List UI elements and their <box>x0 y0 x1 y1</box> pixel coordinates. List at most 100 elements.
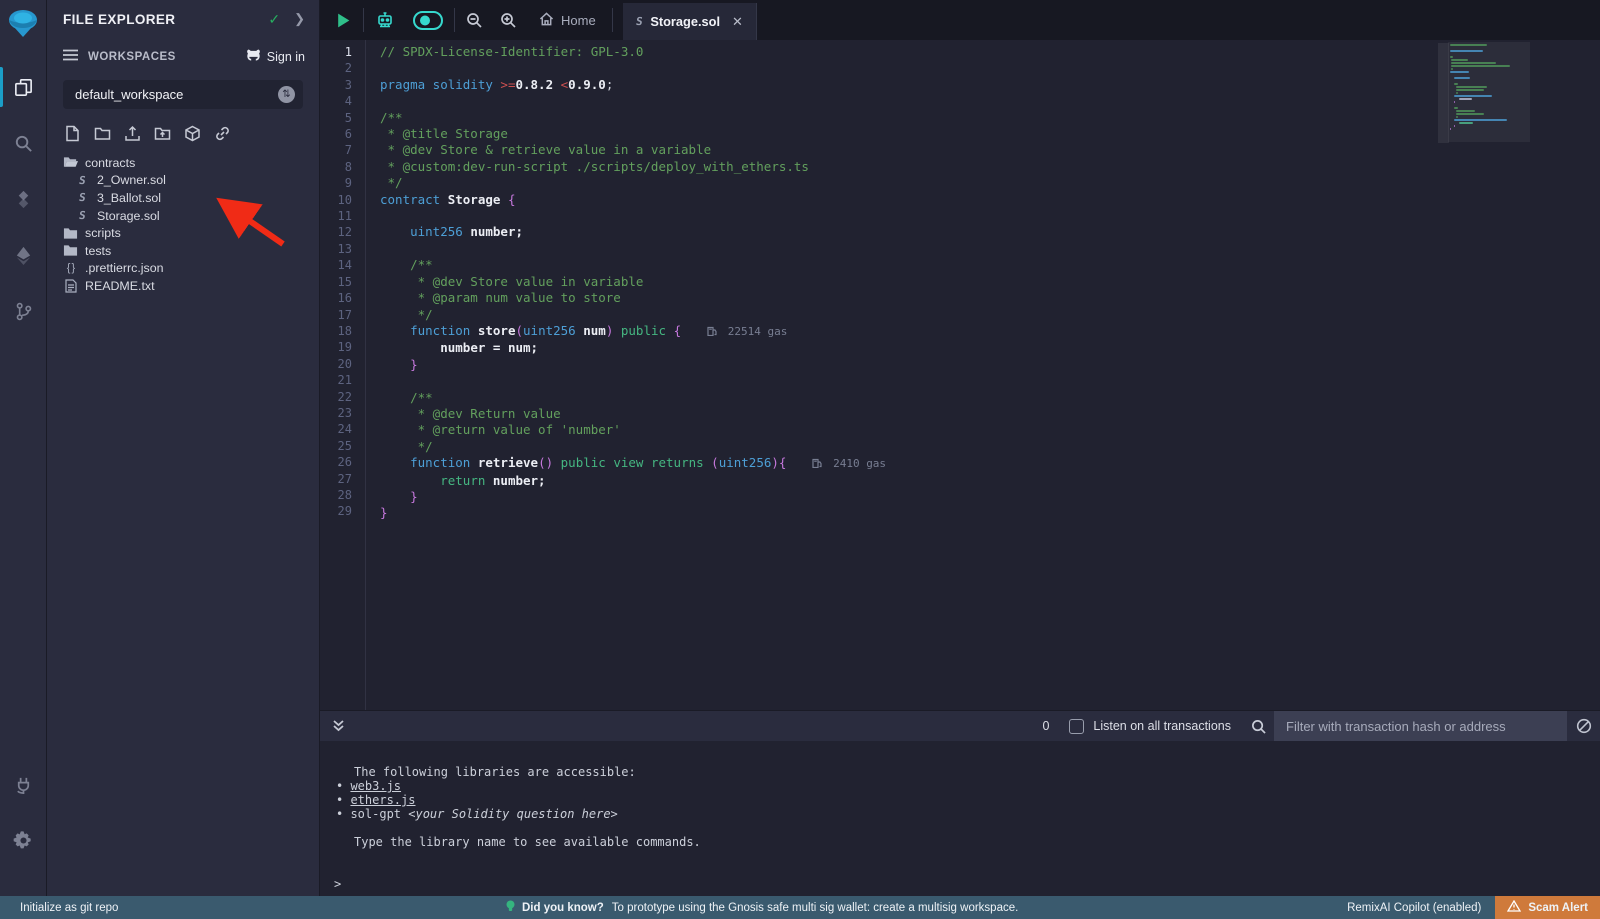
code-line-18: function store(uint256 num) public { 225… <box>380 323 1600 340</box>
code-editor[interactable]: 1234567891011121314151617181920212223242… <box>320 40 1600 710</box>
workspaces-label: WORKSPACES <box>88 51 246 63</box>
zoom-out-icon[interactable] <box>457 0 491 40</box>
code-line-15: * @dev Store value in variable <box>380 274 1600 290</box>
upload-file-icon[interactable] <box>124 125 141 142</box>
code-line-26: function retrieve() public view returns … <box>380 455 1600 472</box>
code-line-27: return number; <box>380 473 1600 489</box>
transaction-filter-input[interactable] <box>1274 711 1567 742</box>
terminal-line: • ethers.js <box>320 793 1600 807</box>
close-tab-icon[interactable]: ✕ <box>732 14 743 30</box>
tree-item-3-ballot-sol[interactable]: S3_Ballot.sol <box>47 189 319 207</box>
scam-alert-button[interactable]: Scam Alert <box>1495 896 1600 919</box>
panel-pin-chevron-icon[interactable]: ❯ <box>294 11 305 27</box>
remix-ide-app: FILE EXPLORER ✓ ❯ WORKSPACES Sign in def… <box>0 0 1600 919</box>
warning-triangle-icon <box>1507 900 1521 915</box>
code-line-3: pragma solidity >=0.8.2 <0.9.0; <box>380 77 1600 93</box>
tree-item-contracts[interactable]: contracts <box>47 154 319 172</box>
terminal-line: Type the library name to see available c… <box>320 835 1600 849</box>
code-line-7: * @dev Store & retrieve value in a varia… <box>380 142 1600 158</box>
code-line-12: uint256 number; <box>380 224 1600 240</box>
remix-logo[interactable] <box>6 7 40 41</box>
sol-icon: S <box>75 209 90 222</box>
copilot-toggle[interactable] <box>404 0 452 40</box>
tree-item-readme-txt[interactable]: README.txt <box>47 277 319 295</box>
code-line-23: * @dev Return value <box>380 406 1600 422</box>
code-line-8: * @custom:dev-run-script ./scripts/deplo… <box>380 159 1600 175</box>
tree-item-2-owner-sol[interactable]: S2_Owner.sol <box>47 172 319 190</box>
file-explorer-icon[interactable] <box>0 59 47 115</box>
workspaces-menu-icon[interactable] <box>63 48 78 66</box>
terminal-line: • web3.js <box>320 779 1600 793</box>
search-icon[interactable] <box>0 115 47 171</box>
ipfs-box-icon[interactable] <box>184 125 201 142</box>
code-line-11 <box>380 208 1600 224</box>
tree-item--prettierrc-json[interactable]: { }.prettierrc.json <box>47 260 319 278</box>
upload-folder-icon[interactable] <box>154 125 171 142</box>
deploy-run-icon[interactable] <box>0 227 47 283</box>
panel-title: FILE EXPLORER <box>63 12 268 27</box>
code-line-5: /** <box>380 110 1600 126</box>
terminal-link[interactable]: ethers.js <box>350 793 415 807</box>
json-icon: { } <box>63 262 78 274</box>
editor-toolbar: Home S Storage.sol ✕ <box>320 0 1600 40</box>
code-line-19: number = num; <box>380 340 1600 356</box>
solidity-compiler-icon[interactable] <box>0 171 47 227</box>
code-line-22: /** <box>380 390 1600 406</box>
workspace-name: default_workspace <box>75 87 278 102</box>
code-line-1: // SPDX-License-Identifier: GPL-3.0 <box>380 44 1600 60</box>
compile-run-play-button[interactable] <box>326 0 361 40</box>
folder-open-icon <box>63 156 78 169</box>
gas-estimate-badge: 2410 gas <box>812 457 886 470</box>
clear-filter-icon[interactable] <box>1567 718 1600 734</box>
settings-gear-icon[interactable] <box>0 812 47 868</box>
terminal-line <box>320 849 1600 863</box>
code-line-13 <box>380 241 1600 257</box>
listen-all-checkbox[interactable] <box>1069 719 1084 734</box>
listen-all-label[interactable]: Listen on all transactions <box>1093 719 1231 733</box>
solidity-file-icon: S <box>635 15 643 28</box>
github-icon <box>246 49 261 65</box>
tab-storage-sol[interactable]: S Storage.sol ✕ <box>623 3 757 40</box>
tree-item-scripts[interactable]: scripts <box>47 224 319 242</box>
git-init-button[interactable]: Initialize as git repo <box>0 902 118 914</box>
new-file-icon[interactable] <box>64 125 81 142</box>
terminal-collapse-icon[interactable] <box>332 719 345 733</box>
ai-robot-button[interactable] <box>366 0 404 40</box>
code-line-24: * @return value of 'number' <box>380 422 1600 438</box>
file-icon <box>63 279 78 293</box>
link-icon[interactable] <box>214 125 231 142</box>
folder-icon <box>63 244 78 257</box>
folder-icon <box>63 227 78 240</box>
terminal-line: > <box>320 877 1600 891</box>
tree-item-tests[interactable]: tests <box>47 242 319 260</box>
terminal-line: • sol-gpt <your Solidity question here> <box>320 807 1600 821</box>
file-actions-toolbar <box>47 109 319 152</box>
terminal-line: The following libraries are accessible: <box>320 765 1600 779</box>
sol-icon: S <box>75 191 90 204</box>
tree-item-storage-sol[interactable]: SStorage.sol <box>47 207 319 225</box>
code-line-25: */ <box>380 439 1600 455</box>
plugin-manager-icon[interactable] <box>0 756 47 812</box>
activity-bar <box>0 0 47 896</box>
sign-in-button[interactable]: Sign in <box>246 49 305 65</box>
code-content: // SPDX-License-Identifier: GPL-3.0 prag… <box>366 40 1600 710</box>
home-icon <box>539 12 554 29</box>
tab-home[interactable]: Home <box>525 0 610 40</box>
terminal-toolbar: 0 Listen on all transactions <box>320 710 1600 741</box>
terminal-link[interactable]: web3.js <box>350 779 401 793</box>
code-line-16: * @param num value to store <box>380 290 1600 306</box>
git-icon[interactable] <box>0 283 47 339</box>
new-folder-icon[interactable] <box>94 125 111 142</box>
file-tree: contractsS2_Owner.solS3_Ballot.solSStora… <box>47 152 319 295</box>
copilot-status[interactable]: RemixAI Copilot (enabled) <box>1347 902 1481 914</box>
compile-success-check-icon: ✓ <box>268 11 280 28</box>
zoom-in-icon[interactable] <box>491 0 525 40</box>
code-line-9: */ <box>380 175 1600 191</box>
workspace-caret-icon: ⇅ <box>278 86 295 103</box>
terminal-output[interactable]: The following libraries are accessible:•… <box>320 741 1600 896</box>
code-line-2 <box>380 60 1600 76</box>
minimap[interactable] <box>1450 44 1528 131</box>
workspace-select[interactable]: default_workspace ⇅ <box>63 80 303 109</box>
code-line-20: } <box>380 357 1600 373</box>
editor-column: Home S Storage.sol ✕ 1234567891011121314… <box>320 0 1600 896</box>
